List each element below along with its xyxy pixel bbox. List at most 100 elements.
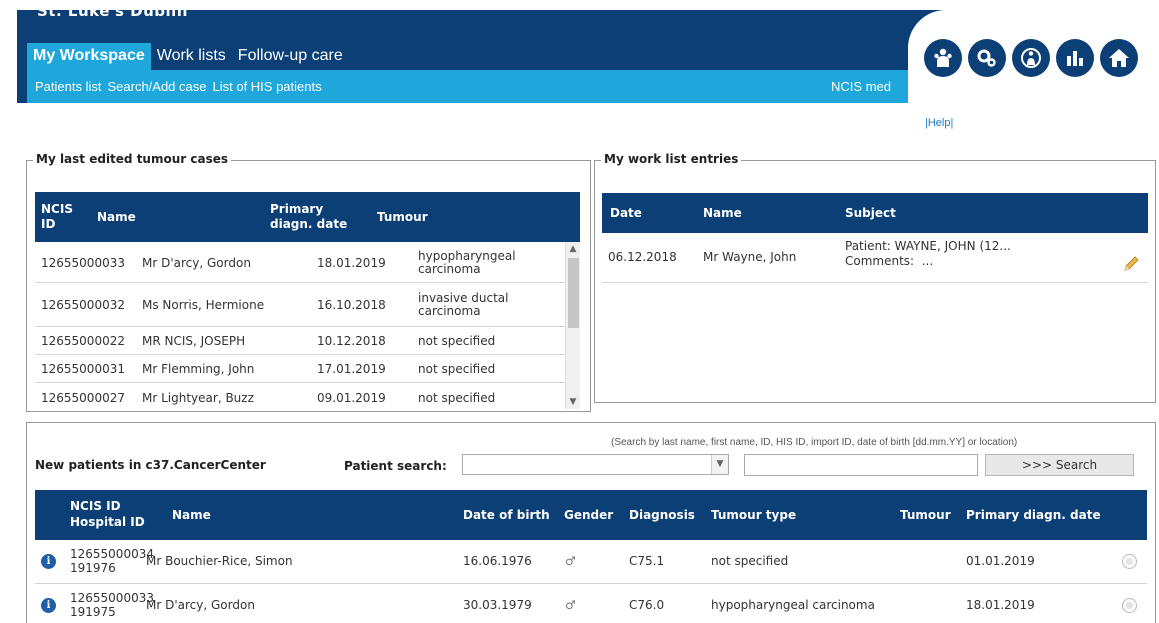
cell-tumour-type: hypopharyngeal carcinoma bbox=[711, 598, 875, 612]
cell-name: Mr Wayne, John bbox=[703, 250, 797, 264]
table-row[interactable]: 12655000027 Mr Lightyear, Buzz 09.01.201… bbox=[35, 383, 565, 409]
search-button[interactable]: >>> Search bbox=[985, 454, 1134, 476]
cell-ncis-id: 12655000034 bbox=[70, 547, 154, 561]
search-scope-select[interactable]: ▼ bbox=[462, 454, 729, 475]
col-ncis-id: NCIS ID bbox=[70, 499, 121, 513]
info-icon[interactable]: i bbox=[41, 598, 56, 613]
tab-work-lists[interactable]: Work lists bbox=[151, 43, 232, 70]
cell-subject-patient: Patient: WAYNE, JOHN (12... bbox=[845, 239, 1011, 253]
cell-tumour-type: not specified bbox=[711, 554, 789, 568]
table-row[interactable]: 12655000032 Ms Norris, Hermione 16.10.20… bbox=[35, 283, 565, 327]
settings-gears-icon[interactable] bbox=[968, 39, 1006, 77]
work-list-panel: My work list entries Date Name Subject 0… bbox=[594, 152, 1156, 403]
cell-diagnosis: C76.0 bbox=[629, 598, 665, 612]
cell-dob: 16.06.1976 bbox=[463, 554, 532, 568]
tab-my-workspace[interactable]: My Workspace bbox=[27, 43, 151, 70]
cell-date: 16.10.2018 bbox=[317, 298, 386, 312]
cell-id: 12655000027 bbox=[41, 391, 125, 405]
sub-nav: Patients list Search/Add case List of HI… bbox=[27, 70, 908, 103]
cell-id: 12655000031 bbox=[41, 362, 125, 376]
table-row[interactable]: 12655000022 MR NCIS, JOSEPH 10.12.2018 n… bbox=[35, 327, 565, 355]
module-label[interactable]: NCIS med bbox=[831, 79, 891, 94]
cell-name: Mr D'arcy, Gordon bbox=[146, 598, 255, 612]
home-icon[interactable] bbox=[1100, 39, 1138, 77]
work-list-row[interactable]: 06.12.2018 Mr Wayne, John Patient: WAYNE… bbox=[602, 233, 1148, 283]
col-diagnosis: Diagnosis bbox=[629, 508, 695, 522]
new-patients-panel: (Search by last name, first name, ID, HI… bbox=[26, 422, 1156, 623]
select-radio[interactable] bbox=[1122, 554, 1137, 569]
subnav-search-add-case[interactable]: Search/Add case bbox=[107, 79, 206, 94]
cell-name: Mr Bouchier-Rice, Simon bbox=[146, 554, 293, 568]
cell-tumour: not specified bbox=[418, 391, 496, 405]
col-tumour-type: Tumour type bbox=[711, 508, 797, 522]
col-tumour: Tumour bbox=[377, 210, 428, 224]
cell-date: 18.01.2019 bbox=[317, 256, 386, 270]
cell-hospital-id: 191976 bbox=[70, 561, 116, 575]
scroll-thumb[interactable] bbox=[568, 258, 579, 328]
table-row[interactable]: i 12655000033 191975 Mr D'arcy, Gordon 3… bbox=[35, 584, 1147, 623]
cell-name: Ms Norris, Hermione bbox=[142, 298, 265, 312]
search-hint: (Search by last name, first name, ID, HI… bbox=[611, 437, 1018, 448]
cell-subject-comments: Comments: ... bbox=[845, 254, 934, 268]
cell-date: 09.01.2019 bbox=[317, 391, 386, 405]
tumour-cases-scrollbar[interactable]: ▲ ▼ bbox=[565, 242, 580, 409]
statistics-chart-icon[interactable] bbox=[1056, 39, 1094, 77]
table-row[interactable]: 12655000031 Mr Flemming, John 17.01.2019… bbox=[35, 355, 565, 383]
info-icon[interactable]: i bbox=[41, 554, 56, 569]
patient-info-icon[interactable] bbox=[1012, 39, 1050, 77]
col-name: Name bbox=[172, 508, 211, 522]
chevron-down-icon[interactable]: ▼ bbox=[711, 455, 728, 474]
col-primary-date: Primary diagn. date bbox=[966, 508, 1101, 522]
col-gender: Gender bbox=[564, 508, 614, 522]
col-primary-date: Primary diagn. date bbox=[270, 202, 348, 231]
select-radio[interactable] bbox=[1122, 598, 1137, 613]
cell-tumour: hypopharyngeal carcinoma bbox=[418, 249, 516, 276]
col-hospital-id: Hospital ID bbox=[70, 515, 145, 529]
cell-primary-date: 01.01.2019 bbox=[966, 554, 1035, 568]
main-nav: My Workspace Work lists Follow-up care bbox=[27, 43, 349, 70]
cell-name: Mr Flemming, John bbox=[142, 362, 255, 376]
cell-primary-date: 18.01.2019 bbox=[966, 598, 1035, 612]
cell-gender: ♂ bbox=[565, 598, 576, 612]
tab-follow-up-care[interactable]: Follow-up care bbox=[232, 43, 349, 70]
header-top: St. Luke's Dublin bbox=[17, 2, 908, 44]
patient-search-label: Patient search: bbox=[344, 459, 447, 473]
cell-dob: 30.03.1979 bbox=[463, 598, 532, 612]
edit-pencil-icon[interactable] bbox=[1122, 255, 1140, 273]
cell-ncis-id: 12655000033 bbox=[70, 591, 154, 605]
quick-icons-panel: |Help| bbox=[908, 10, 1159, 129]
cell-id: 12655000032 bbox=[41, 298, 125, 312]
cell-tumour: not specified bbox=[418, 362, 496, 376]
subnav-his-patients[interactable]: List of HIS patients bbox=[213, 79, 322, 94]
table-row[interactable]: 12655000033 Mr D'arcy, Gordon 18.01.2019… bbox=[35, 242, 565, 283]
subnav-patients-list[interactable]: Patients list bbox=[35, 79, 101, 94]
col-dob: Date of birth bbox=[463, 508, 550, 522]
tumour-cases-header: NCIS ID Name Primary diagn. date Tumour bbox=[35, 192, 580, 242]
scroll-down-icon[interactable]: ▼ bbox=[566, 397, 580, 407]
work-list-legend: My work list entries bbox=[601, 152, 742, 166]
tumour-cases-legend: My last edited tumour cases bbox=[33, 152, 231, 166]
new-patients-title: New patients in c37.CancerCenter bbox=[35, 458, 266, 472]
work-list-header: Date Name Subject bbox=[602, 193, 1148, 233]
cell-id: 12655000033 bbox=[41, 256, 125, 270]
new-patients-header: NCIS ID Hospital ID Name Date of birth G… bbox=[35, 490, 1147, 540]
tumour-cases-panel: My last edited tumour cases NCIS ID Name… bbox=[26, 152, 591, 412]
cell-tumour: invasive ductal carcinoma bbox=[418, 291, 509, 318]
cell-name: MR NCIS, JOSEPH bbox=[142, 334, 246, 348]
cell-date: 17.01.2019 bbox=[317, 362, 386, 376]
cell-gender: ♂ bbox=[565, 554, 576, 568]
cell-date: 06.12.2018 bbox=[608, 250, 677, 264]
cell-name: Mr D'arcy, Gordon bbox=[142, 256, 251, 270]
scroll-up-icon[interactable]: ▲ bbox=[566, 244, 580, 254]
table-row[interactable]: i 12655000034 191976 Mr Bouchier-Rice, S… bbox=[35, 540, 1147, 584]
col-tumour: Tumour bbox=[900, 508, 951, 522]
cell-tumour: not specified bbox=[418, 334, 496, 348]
col-date: Date bbox=[610, 206, 642, 220]
help-link[interactable]: |Help| bbox=[925, 117, 953, 129]
col-name: Name bbox=[703, 206, 742, 220]
cell-id: 12655000022 bbox=[41, 334, 125, 348]
app-title: St. Luke's Dublin bbox=[37, 2, 188, 20]
patient-group-icon[interactable] bbox=[924, 39, 962, 77]
patient-search-input[interactable] bbox=[744, 454, 978, 476]
col-name: Name bbox=[97, 210, 136, 224]
